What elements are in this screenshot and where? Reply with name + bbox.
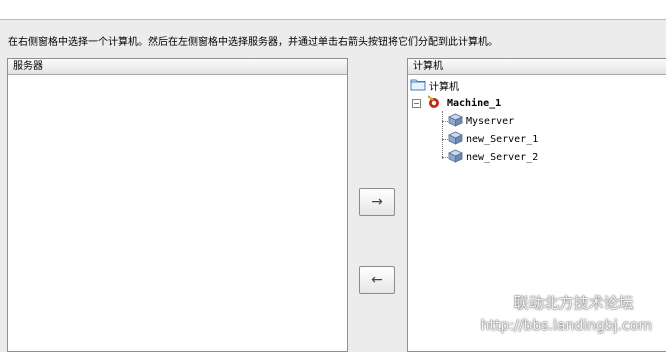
- watermark-url: http://bbs.landingbj.com: [480, 318, 652, 334]
- left-arrow-icon: ←: [371, 272, 383, 288]
- tree-machine-node[interactable]: Machine_1: [426, 94, 502, 112]
- servers-panel-header: 服务器: [8, 59, 347, 75]
- machine-icon: [426, 94, 444, 112]
- server-label: new_Server_1: [466, 133, 539, 145]
- tree-root-node[interactable]: 计算机: [410, 77, 459, 93]
- tree-root-label: 计算机: [429, 81, 459, 93]
- server-label: new_Server_2: [466, 151, 539, 163]
- top-divider-area: [0, 0, 666, 20]
- remove-from-machine-button[interactable]: ←: [359, 266, 395, 294]
- server-label: Myserver: [466, 115, 515, 127]
- server-cube-icon: [448, 113, 463, 130]
- watermark: 联动北方技术论坛 http://bbs.landingbj.com: [481, 290, 652, 334]
- folder-icon: [410, 77, 426, 94]
- tree-connector-vertical: [442, 111, 443, 159]
- tree-server-node[interactable]: new_Server_2: [448, 149, 538, 165]
- watermark-logo-icon: [489, 290, 509, 314]
- machine-label: Machine_1: [447, 97, 502, 109]
- tree-server-node[interactable]: Myserver: [448, 113, 514, 129]
- servers-panel[interactable]: 服务器: [7, 58, 348, 352]
- collapse-icon[interactable]: −: [412, 99, 421, 108]
- assign-to-machine-button[interactable]: →: [359, 188, 395, 216]
- server-cube-icon: [448, 131, 463, 148]
- instruction-text: 在右侧窗格中选择一个计算机。然后在左侧窗格中选择服务器，并通过单击右箭头按钮将它…: [8, 37, 498, 48]
- right-arrow-icon: →: [371, 194, 383, 210]
- watermark-name: 联动北方技术论坛: [513, 293, 634, 312]
- machines-panel-header: 计算机: [408, 59, 666, 75]
- server-cube-icon: [448, 149, 463, 166]
- tree-server-node[interactable]: new_Server_1: [448, 131, 538, 147]
